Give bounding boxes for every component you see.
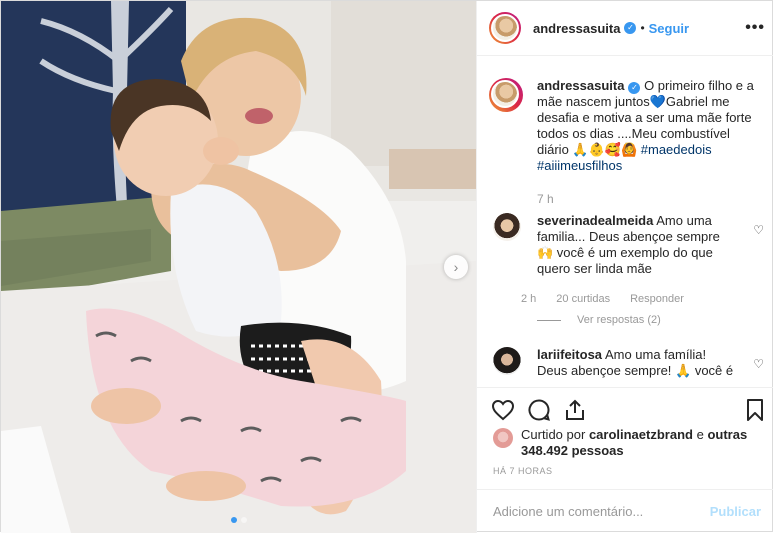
- caption-avatar[interactable]: [489, 78, 523, 112]
- comments-list[interactable]: andressasuita ✓ O primeiro filho e a mãe …: [477, 57, 773, 387]
- post-sidebar: andressasuita ✓ • Seguir ••• andressasui…: [476, 1, 773, 533]
- comment-item: lariifeitosa Amo uma família! Deus abenç…: [493, 347, 768, 379]
- add-comment-bar: Adicione um comentário... Publicar: [477, 489, 773, 533]
- chevron-right-icon: ›: [453, 259, 459, 275]
- replies-divider: [537, 319, 561, 321]
- caption-text: andressasuita ✓ O primeiro filho e a mãe …: [537, 78, 762, 174]
- verified-icon: ✓: [628, 82, 641, 94]
- follow-button[interactable]: Seguir: [649, 21, 689, 36]
- more-icon[interactable]: •••: [745, 19, 765, 37]
- caption-username[interactable]: andressasuita: [537, 78, 624, 93]
- comment-time[interactable]: 2 h: [521, 293, 536, 305]
- comment-avatar[interactable]: [493, 347, 521, 375]
- share-icon[interactable]: [563, 398, 587, 422]
- likes-summary: Curtido por carolinaetzbrand e outras 34…: [493, 427, 763, 459]
- comment-avatar[interactable]: [493, 213, 521, 241]
- carousel-next-button[interactable]: ›: [444, 255, 468, 279]
- carousel-indicator: [1, 517, 476, 523]
- bookmark-icon[interactable]: [743, 398, 767, 422]
- carousel-dot-1: [230, 517, 237, 523]
- view-replies-label: Ver respostas (2): [577, 314, 661, 326]
- liker-username[interactable]: carolinaetzbrand: [589, 427, 693, 442]
- view-replies-button[interactable]: Ver respostas (2): [537, 314, 661, 326]
- comment-meta: 2 h 20 curtidas Responder: [521, 293, 684, 305]
- post-header: andressasuita ✓ • Seguir •••: [477, 1, 773, 56]
- header-username[interactable]: andressasuita: [533, 21, 620, 36]
- header-separator: •: [640, 21, 645, 35]
- likes-prefix: Curtido por: [521, 427, 586, 442]
- photo-illustration: [1, 1, 476, 533]
- verified-icon: ✓: [624, 22, 637, 34]
- heart-icon[interactable]: [491, 398, 515, 422]
- likes-middle: e: [696, 427, 704, 442]
- reply-button[interactable]: Responder: [630, 293, 684, 305]
- hashtag-link[interactable]: #maededois: [641, 142, 712, 157]
- caption-time[interactable]: 7 h: [537, 192, 554, 206]
- comment-text: severinadealmeida Amo uma familia... Deu…: [537, 213, 737, 277]
- instagram-post: › andressasuita ✓ • Seguir ••• andressas…: [0, 0, 773, 533]
- publish-button[interactable]: Publicar: [710, 504, 761, 519]
- comment-username[interactable]: lariifeitosa: [537, 347, 602, 362]
- comment-like-icon[interactable]: ♡: [753, 357, 764, 371]
- comment-item: severinadealmeida Amo uma familia... Deu…: [493, 213, 768, 277]
- likes-text: Curtido por carolinaetzbrand e outras 34…: [521, 427, 763, 459]
- comment-username[interactable]: severinadealmeida: [537, 213, 653, 228]
- comment-likes[interactable]: 20 curtidas: [556, 293, 610, 305]
- caption: andressasuita ✓ O primeiro filho e a mãe …: [489, 78, 769, 174]
- comment-like-icon[interactable]: ♡: [753, 223, 764, 237]
- blue-heart-emoji: 💙: [649, 94, 666, 109]
- avatar[interactable]: [489, 12, 521, 44]
- hashtag-link[interactable]: #aiiimeusfilhos: [537, 158, 622, 173]
- comment-input[interactable]: Adicione um comentário...: [493, 504, 643, 519]
- post-timestamp[interactable]: HÁ 7 HORAS: [493, 466, 553, 476]
- liker-avatar[interactable]: [493, 428, 513, 448]
- carousel-dot-2: [240, 517, 247, 523]
- post-photo[interactable]: ›: [1, 1, 476, 533]
- comment-text: lariifeitosa Amo uma família! Deus abenç…: [537, 347, 737, 379]
- comment-icon[interactable]: [527, 398, 551, 422]
